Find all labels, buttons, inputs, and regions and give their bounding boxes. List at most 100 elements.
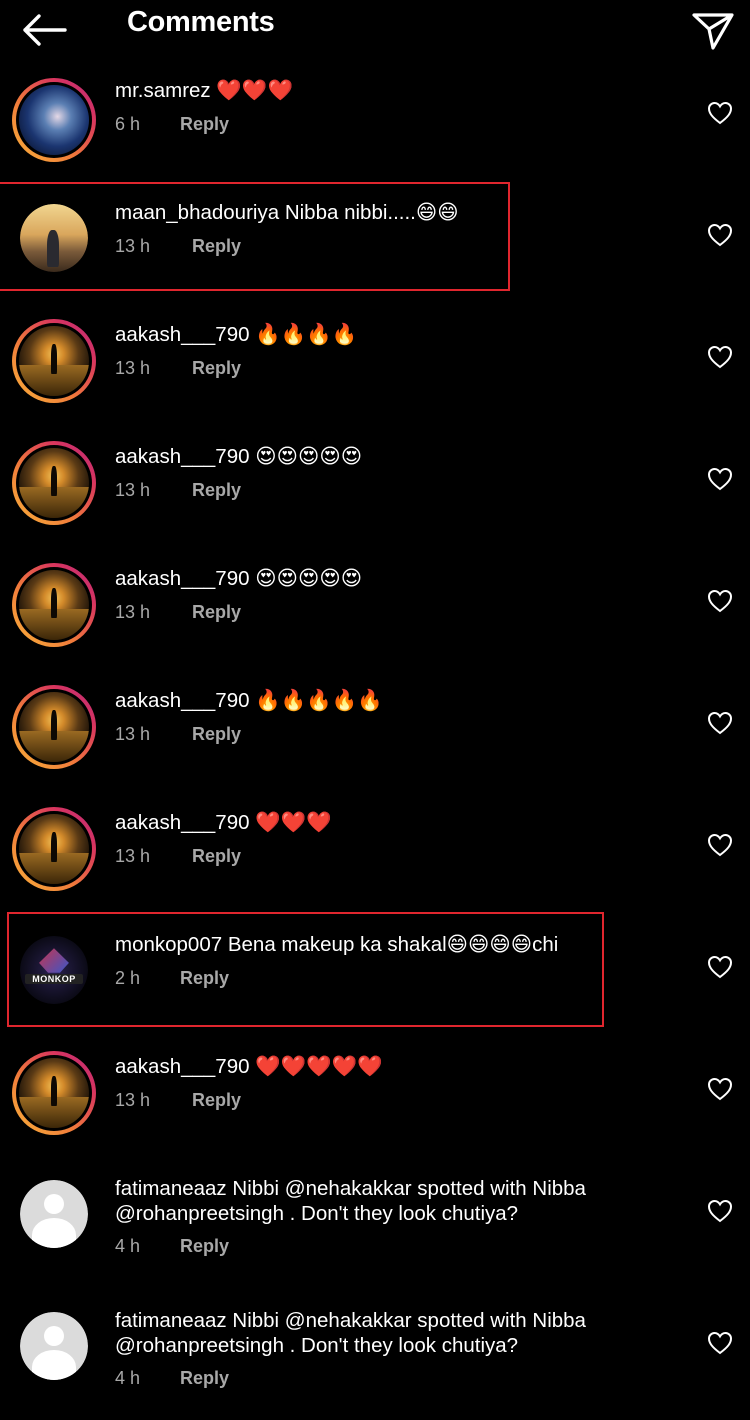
- reply-button[interactable]: Reply: [192, 480, 241, 500]
- comments-list: mr.samrez ❤️❤️❤️ 6 h Reply maan_bhadouri…: [0, 0, 750, 1420]
- comment-row: aakash___790 😍😍😍😍😍 13 h Reply: [0, 548, 750, 670]
- comment-text: aakash___790 ❤️❤️❤️: [115, 810, 635, 835]
- comment-text: mr.samrez ❤️❤️❤️: [115, 78, 635, 103]
- reply-button[interactable]: Reply: [180, 1368, 229, 1388]
- avatar[interactable]: [12, 78, 96, 162]
- avatar[interactable]: [12, 441, 96, 525]
- comment-meta: 13 h Reply: [115, 236, 241, 257]
- avatar[interactable]: [12, 319, 96, 403]
- avatar[interactable]: [20, 204, 88, 272]
- comment-time: 13 h: [115, 480, 151, 500]
- comment-time: 6 h: [115, 114, 141, 134]
- comment-username[interactable]: aakash___790: [115, 811, 250, 834]
- comment-text: fatimaneaaz Nibbi @nehakakkar spotted wi…: [115, 1308, 615, 1358]
- comment-text: fatimaneaaz Nibbi @nehakakkar spotted wi…: [115, 1176, 615, 1226]
- comment-text: aakash___790 ❤️❤️❤️❤️❤️: [115, 1054, 635, 1079]
- comment-username[interactable]: fatimaneaaz: [115, 1177, 227, 1200]
- reply-button[interactable]: Reply: [192, 846, 241, 866]
- heart-icon[interactable]: [705, 465, 735, 493]
- comment-row: fatimaneaaz Nibbi @nehakakkar spotted wi…: [0, 1290, 750, 1420]
- comment-username[interactable]: aakash___790: [115, 323, 250, 346]
- comment-time: 13 h: [115, 236, 151, 256]
- page-title: Comments: [127, 6, 275, 38]
- comment-meta: 4 h Reply: [115, 1236, 229, 1257]
- reply-button[interactable]: Reply: [180, 1236, 229, 1256]
- comment-meta: 13 h Reply: [115, 724, 241, 745]
- reply-button[interactable]: Reply: [192, 602, 241, 622]
- comment-row: fatimaneaaz Nibbi @nehakakkar spotted wi…: [0, 1158, 750, 1290]
- avatar[interactable]: [20, 1180, 88, 1248]
- header-bar: Comments: [0, 0, 750, 78]
- comment-text: aakash___790 🔥🔥🔥🔥🔥: [115, 688, 635, 713]
- comment-row: aakash___790 ❤️❤️❤️ 13 h Reply: [0, 792, 750, 914]
- comment-meta: 13 h Reply: [115, 1090, 241, 1111]
- comment-row: aakash___790 🔥🔥🔥🔥 13 h Reply: [0, 304, 750, 426]
- reply-button[interactable]: Reply: [180, 968, 229, 988]
- heart-icon[interactable]: [705, 831, 735, 859]
- comment-row: maan_bhadouriya Nibba nibbi.....😄😄 13 h …: [0, 182, 750, 291]
- heart-icon[interactable]: [705, 587, 735, 615]
- comment-username[interactable]: monkop007: [115, 933, 222, 956]
- comment-body: Nibba nibbi.....😄😄: [284, 201, 459, 224]
- comment-username[interactable]: mr.samrez: [115, 79, 211, 102]
- comment-row: aakash___790 ❤️❤️❤️❤️❤️ 13 h Reply: [0, 1036, 750, 1158]
- reply-button[interactable]: Reply: [180, 114, 229, 134]
- avatar-badge-text: MONKOP: [25, 974, 83, 985]
- avatar[interactable]: [12, 563, 96, 647]
- comment-row: MONKOP monkop007 Bena makeup ka shakal😄😄…: [0, 914, 750, 1036]
- heart-icon[interactable]: [705, 1197, 735, 1225]
- heart-icon[interactable]: [705, 221, 735, 249]
- comment-username[interactable]: fatimaneaaz: [115, 1309, 227, 1332]
- comment-meta: 4 h Reply: [115, 1368, 229, 1389]
- heart-icon[interactable]: [705, 99, 735, 127]
- comment-text: maan_bhadouriya Nibba nibbi.....😄😄: [115, 200, 635, 225]
- comment-username[interactable]: aakash___790: [115, 689, 250, 712]
- reply-button[interactable]: Reply: [192, 1090, 241, 1110]
- comment-time: 13 h: [115, 724, 151, 744]
- comment-row: aakash___790 🔥🔥🔥🔥🔥 13 h Reply: [0, 670, 750, 792]
- comment-username[interactable]: aakash___790: [115, 1055, 250, 1078]
- heart-icon[interactable]: [705, 1329, 735, 1357]
- comment-row: aakash___790 😍😍😍😍😍 13 h Reply: [0, 426, 750, 548]
- comment-body: 😍😍😍😍😍: [255, 445, 363, 468]
- comment-meta: 13 h Reply: [115, 602, 241, 623]
- comment-body: ❤️❤️❤️❤️❤️: [255, 1055, 383, 1078]
- comment-row: mr.samrez ❤️❤️❤️ 6 h Reply: [0, 70, 750, 182]
- comment-meta: 13 h Reply: [115, 480, 241, 501]
- comment-body: ❤️❤️❤️: [216, 79, 293, 102]
- avatar[interactable]: [12, 807, 96, 891]
- comment-meta: 2 h Reply: [115, 968, 229, 989]
- comment-time: 13 h: [115, 358, 151, 378]
- reply-button[interactable]: Reply: [192, 236, 241, 256]
- comment-time: 4 h: [115, 1236, 141, 1256]
- reply-button[interactable]: Reply: [192, 724, 241, 744]
- comment-text: aakash___790 😍😍😍😍😍: [115, 566, 635, 591]
- comment-body: 🔥🔥🔥🔥: [255, 323, 358, 346]
- comment-body: 😍😍😍😍😍: [255, 567, 363, 590]
- comment-meta: 6 h Reply: [115, 114, 229, 135]
- avatar[interactable]: MONKOP: [20, 936, 88, 1004]
- comment-time: 13 h: [115, 846, 151, 866]
- heart-icon[interactable]: [705, 1075, 735, 1103]
- paper-plane-icon[interactable]: [686, 6, 740, 56]
- comment-time: 2 h: [115, 968, 141, 988]
- arrow-left-icon[interactable]: [18, 8, 70, 52]
- comment-time: 13 h: [115, 1090, 151, 1110]
- heart-icon[interactable]: [705, 709, 735, 737]
- comment-body: 🔥🔥🔥🔥🔥: [255, 689, 383, 712]
- heart-icon[interactable]: [705, 953, 735, 981]
- comment-username[interactable]: maan_bhadouriya: [115, 201, 279, 224]
- avatar[interactable]: [12, 685, 96, 769]
- avatar[interactable]: [12, 1051, 96, 1135]
- comment-text: aakash___790 😍😍😍😍😍: [115, 444, 635, 469]
- heart-icon[interactable]: [705, 343, 735, 371]
- avatar[interactable]: [20, 1312, 88, 1380]
- comment-text: aakash___790 🔥🔥🔥🔥: [115, 322, 635, 347]
- comment-username[interactable]: aakash___790: [115, 445, 250, 468]
- comment-body: ❤️❤️❤️: [255, 811, 332, 834]
- comment-time: 4 h: [115, 1368, 141, 1388]
- reply-button[interactable]: Reply: [192, 358, 241, 378]
- comment-meta: 13 h Reply: [115, 846, 241, 867]
- comment-username[interactable]: aakash___790: [115, 567, 250, 590]
- comment-meta: 13 h Reply: [115, 358, 241, 379]
